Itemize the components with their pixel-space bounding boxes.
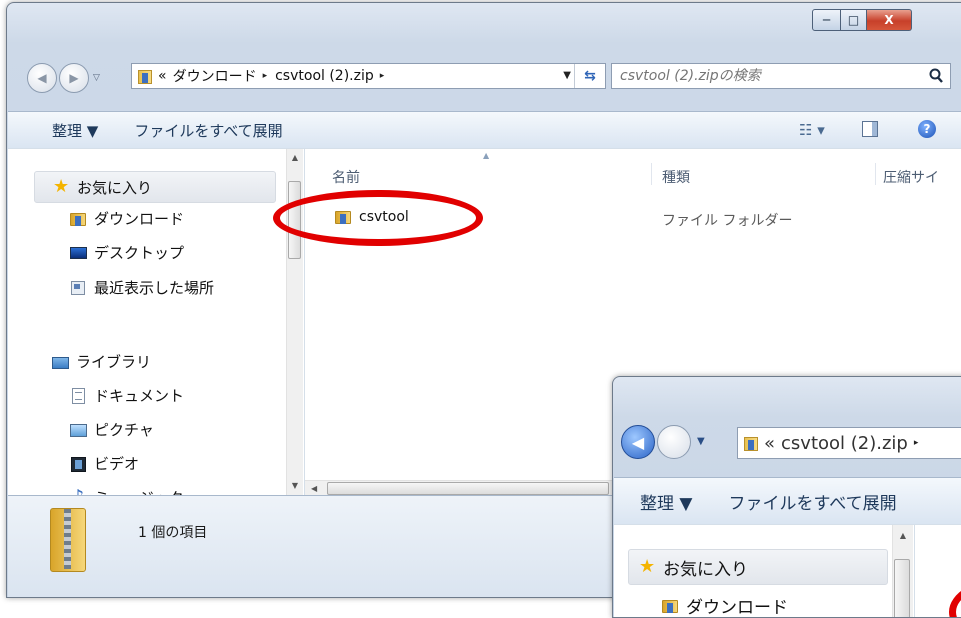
breadcrumb-separator-icon[interactable]: ▸ — [263, 71, 268, 81]
scrollbar-thumb[interactable] — [894, 559, 910, 617]
inset-command-bar: 整理 ▼ ファイルをすべて展開 — [614, 477, 961, 524]
sidebar-item-label: 最近表示した場所 — [94, 279, 215, 297]
item-count-text: 1 個の項目 — [138, 525, 208, 541]
sidebar-item-documents[interactable]: ドキュメント — [70, 385, 184, 406]
sidebar-item-label: デスクトップ — [94, 244, 185, 262]
help-icon[interactable]: ? — [918, 120, 936, 138]
sidebar-item-label: ピクチャ — [94, 421, 154, 439]
sidebar-item-label: ドキュメント — [94, 387, 185, 405]
column-header-name[interactable]: 名前 — [332, 167, 360, 187]
back-button[interactable]: ◀ — [27, 63, 57, 93]
search-box[interactable] — [611, 63, 951, 89]
inset-forward-button[interactable] — [657, 425, 691, 459]
preview-pane-icon[interactable] — [862, 121, 878, 137]
sidebar-item-label: ダウンロード — [686, 598, 788, 618]
sidebar-item-favorites[interactable]: お気に入り — [34, 171, 276, 203]
zip-folder-icon — [138, 68, 152, 84]
sidebar-item-label: お気に入り — [77, 178, 153, 197]
sidebar-item-label: ビデオ — [94, 455, 140, 473]
sidebar-item-downloads[interactable]: ダウンロード — [662, 593, 788, 618]
pictures-icon — [70, 422, 88, 438]
back-arrow-icon: ◀ — [37, 71, 47, 85]
star-icon — [53, 176, 71, 197]
search-icon[interactable] — [928, 67, 944, 85]
inset-navigation-pane: お気に入り ダウンロード ▲ — [614, 524, 914, 618]
zip-folder-large-icon — [50, 508, 86, 572]
navigation-pane: お気に入り ダウンロード デスクトップ 最近表示した場所 ライブラリ ドキュメン… — [8, 148, 304, 496]
desktop-icon — [70, 245, 88, 261]
organize-menu[interactable]: 整理 ▼ — [8, 120, 116, 141]
back-arrow-icon: ◀ — [631, 432, 645, 452]
column-divider — [651, 163, 652, 185]
sidebar-item-libraries[interactable]: ライブラリ — [52, 351, 151, 372]
sort-ascending-icon: ▲ — [483, 151, 490, 160]
extract-all-button[interactable]: ファイルをすべて展開 — [710, 489, 914, 514]
inset-back-button[interactable]: ◀ — [621, 425, 655, 459]
forward-button[interactable]: ▶ — [59, 63, 89, 93]
column-header-type[interactable]: 種類 — [662, 167, 690, 187]
file-type: ファイル フォルダー — [662, 213, 793, 229]
minimize-button[interactable]: ─ — [812, 9, 841, 31]
sidebar-item-desktop[interactable]: デスクトップ — [70, 242, 184, 263]
sidebar-item-label: お気に入り — [663, 559, 748, 580]
recent-pages-dropdown-icon[interactable]: ▽ — [93, 73, 100, 83]
caption-buttons: ─ □ X — [812, 9, 912, 31]
navigation-bar: ◀ ▶ ▽ « ダウンロード ▸ csvtool (2).zip ▸ ▼ ⇆ — [7, 49, 961, 93]
sidebar-item-label: ライブラリ — [76, 353, 152, 371]
column-divider — [875, 163, 876, 185]
navigation-scrollbar[interactable]: ▲ — [892, 525, 913, 617]
address-bar[interactable]: « ダウンロード ▸ csvtool (2).zip ▸ ▼ ⇆ — [131, 63, 606, 89]
zip-folder-icon — [744, 435, 758, 451]
documents-icon — [70, 387, 88, 404]
scroll-left-icon[interactable]: ◀ — [311, 481, 317, 496]
address-dropdown-icon[interactable]: ▼ — [563, 70, 571, 81]
library-icon — [52, 354, 70, 370]
breadcrumb-separator-icon[interactable]: ▸ — [914, 438, 919, 448]
breadcrumb-downloads[interactable]: ダウンロード — [173, 66, 257, 86]
sidebar-item-recent-places[interactable]: 最近表示した場所 — [70, 277, 214, 298]
inset-address-bar[interactable]: « csvtool (2).zip ▸ — [737, 427, 961, 459]
organize-menu[interactable]: 整理 ▼ — [614, 489, 710, 514]
close-button[interactable]: X — [867, 9, 912, 31]
star-icon — [639, 556, 657, 577]
recent-places-icon — [70, 280, 88, 296]
scrollbar-thumb[interactable] — [327, 482, 609, 495]
scroll-down-icon[interactable]: ▼ — [287, 477, 303, 493]
breadcrumb-separator-icon[interactable]: ▸ — [380, 71, 385, 81]
sidebar-item-label: ダウンロード — [94, 210, 185, 228]
scroll-up-icon[interactable]: ▲ — [287, 149, 303, 165]
inset-explorer-window: ◀ ▼ « csvtool (2).zip ▸ 整理 ▼ ファイルをすべて展開 … — [612, 376, 961, 618]
sidebar-item-downloads[interactable]: ダウンロード — [70, 208, 184, 229]
column-header-compressed-size[interactable]: 圧縮サイ — [883, 167, 939, 187]
extract-all-button[interactable]: ファイルをすべて展開 — [116, 120, 300, 141]
change-view-icon[interactable]: ☷ ▾ — [781, 121, 843, 139]
address-overflow[interactable]: « — [764, 433, 775, 454]
videos-icon — [70, 456, 88, 472]
breadcrumb-zip[interactable]: csvtool (2).zip — [781, 433, 908, 454]
maximize-button[interactable]: □ — [841, 9, 867, 31]
recent-pages-dropdown-icon[interactable]: ▼ — [697, 436, 705, 447]
search-input[interactable] — [612, 67, 950, 85]
breadcrumb-zip[interactable]: csvtool (2).zip — [275, 68, 374, 84]
highlight-ring — [273, 190, 483, 246]
forward-arrow-icon: ▶ — [69, 71, 79, 85]
refresh-icon[interactable]: ⇆ — [574, 64, 605, 88]
sidebar-item-favorites[interactable]: お気に入り — [628, 549, 888, 585]
address-overflow[interactable]: « — [158, 68, 167, 84]
downloads-folder-icon — [662, 598, 680, 614]
downloads-folder-icon — [70, 211, 88, 227]
command-bar: 整理 ▼ ファイルをすべて展開 ☷ ▾ ? — [8, 111, 961, 148]
scroll-up-icon[interactable]: ▲ — [893, 527, 913, 543]
sidebar-item-pictures[interactable]: ピクチャ — [70, 419, 154, 440]
sidebar-item-videos[interactable]: ビデオ — [70, 453, 139, 474]
